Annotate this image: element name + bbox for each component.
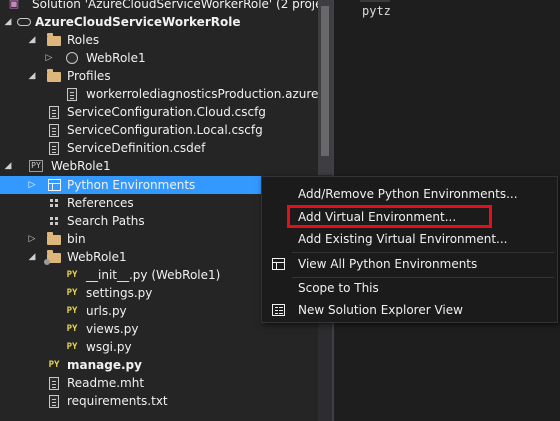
tree-item-label: Readme.mht	[67, 376, 145, 390]
tree-item-label: __init__.py (WebRole1)	[86, 268, 221, 282]
tree-item-label: manage.py	[67, 358, 142, 372]
python-project-icon: PY	[29, 160, 43, 172]
tree-item-role-webrole1[interactable]: ▷ WebRole1	[0, 49, 318, 67]
editor-line: pytz	[362, 4, 391, 18]
tree-item-label: workerrolediagnosticsProduction.azurePub…	[86, 87, 318, 101]
references-icon	[46, 196, 62, 210]
chevron-right-icon[interactable]: ▷	[26, 230, 38, 248]
folder-icon	[46, 232, 62, 246]
cloud-service-icon	[16, 15, 32, 29]
menu-item-label: Scope to This	[298, 281, 379, 295]
tree-item-label: References	[67, 196, 134, 210]
tree-item-label: WebRole1	[51, 159, 111, 173]
document-icon	[64, 87, 80, 101]
tree-item-profiles[interactable]: ◢ Profiles	[0, 67, 318, 85]
solution-explorer-icon	[270, 303, 286, 317]
chevron-down-icon[interactable]: ◢	[2, 157, 14, 175]
tree-item-wsgi-py[interactable]: PY wsgi.py	[0, 338, 318, 356]
menu-item-new-solution-explorer-view[interactable]: New Solution Explorer View	[262, 298, 557, 322]
tree-item-label: AzureCloudServiceWorkerRole	[35, 15, 241, 29]
menu-item-add-remove-environments[interactable]: Add/Remove Python Environments...	[262, 182, 557, 206]
tree-item-manage-py[interactable]: PY manage.py	[0, 356, 318, 374]
tree-item-label: ServiceConfiguration.Cloud.cscfg	[67, 105, 266, 119]
python-file-icon: PY	[66, 306, 78, 316]
context-menu: Add/Remove Python Environments... Add Vi…	[261, 176, 558, 323]
role-icon	[64, 51, 80, 65]
config-file-icon	[46, 141, 62, 155]
tree-item-label: WebRole1	[86, 51, 146, 65]
chevron-down-icon[interactable]: ◢	[2, 13, 14, 31]
tree-item-cscfg-cloud[interactable]: ServiceConfiguration.Cloud.cscfg	[0, 103, 318, 121]
tree-item-cscfg-local[interactable]: ServiceConfiguration.Local.cscfg	[0, 121, 318, 139]
folder-icon	[46, 33, 62, 47]
tree-item-label: Solution 'AzureCloudServiceWorkerRole' (…	[32, 0, 318, 11]
chevron-down-icon[interactable]: ◢	[26, 31, 38, 49]
tree-item-label: urls.py	[86, 304, 127, 318]
solution-icon: ▣	[8, 0, 20, 10]
tree-item-label: WebRole1	[67, 250, 127, 264]
tree-item-label: ServiceDefinition.csdef	[67, 141, 206, 155]
tree-item-label: Roles	[67, 33, 100, 47]
chevron-right-icon[interactable]: ▷	[26, 176, 38, 194]
tree-item-label: wsgi.py	[86, 340, 132, 354]
python-file-icon: PY	[66, 288, 78, 298]
tree-item-project-webrole1[interactable]: ◢ PY WebRole1	[0, 157, 318, 175]
tree-item-label: requirements.txt	[67, 394, 168, 408]
tree-item-label: Profiles	[67, 69, 111, 83]
tree-item-cloud-service[interactable]: ◢ AzureCloudServiceWorkerRole	[0, 13, 318, 31]
python-environments-icon	[270, 257, 286, 271]
chevron-down-icon[interactable]: ◢	[26, 248, 38, 266]
tree-item-csdef[interactable]: ServiceDefinition.csdef	[0, 139, 318, 157]
document-icon	[46, 394, 62, 408]
chevron-down-icon[interactable]: ◢	[26, 67, 38, 85]
python-file-icon: PY	[48, 360, 60, 370]
tree-item-pubxml[interactable]: workerrolediagnosticsProduction.azurePub…	[0, 85, 318, 103]
menu-item-view-all-environments[interactable]: View All Python Environments	[262, 252, 557, 276]
python-file-icon: PY	[66, 324, 78, 334]
menu-item-label: New Solution Explorer View	[298, 303, 463, 317]
tree-item-label: views.py	[86, 322, 139, 336]
tree-item-label: Python Environments	[67, 178, 196, 192]
tree-item-label: bin	[67, 232, 86, 246]
menu-item-scope-to-this[interactable]: Scope to This	[262, 276, 557, 300]
tree-item-readme[interactable]: Readme.mht	[0, 374, 318, 392]
web-document-icon	[46, 376, 62, 390]
package-folder-icon	[44, 250, 62, 265]
tree-item-label: settings.py	[86, 286, 153, 300]
search-paths-icon	[46, 214, 62, 228]
chevron-right-icon[interactable]: ▷	[43, 49, 55, 67]
python-file-icon: PY	[66, 270, 78, 280]
menu-item-label: Add/Remove Python Environments...	[298, 187, 518, 201]
menu-item-label: Add Existing Virtual Environment...	[298, 232, 508, 246]
editor-selection-fragment	[360, 0, 390, 2]
config-file-icon	[46, 105, 62, 119]
scrollbar-thumb[interactable]	[321, 6, 329, 156]
tree-item-requirements[interactable]: requirements.txt	[0, 392, 318, 410]
menu-item-add-existing-virtual-environment[interactable]: Add Existing Virtual Environment...	[262, 227, 557, 251]
config-file-icon	[46, 123, 62, 137]
python-file-icon: PY	[66, 342, 78, 352]
tree-item-solution[interactable]: ▣ Solution 'AzureCloudServiceWorkerRole'…	[0, 0, 318, 13]
menu-item-label: View All Python Environments	[298, 257, 478, 271]
folder-icon	[46, 69, 62, 83]
highlight-box	[287, 205, 492, 228]
tree-item-label: Search Paths	[67, 214, 145, 228]
tree-item-label: ServiceConfiguration.Local.cscfg	[67, 123, 263, 137]
tree-item-roles[interactable]: ◢ Roles	[0, 31, 318, 49]
python-environments-icon	[46, 178, 62, 192]
